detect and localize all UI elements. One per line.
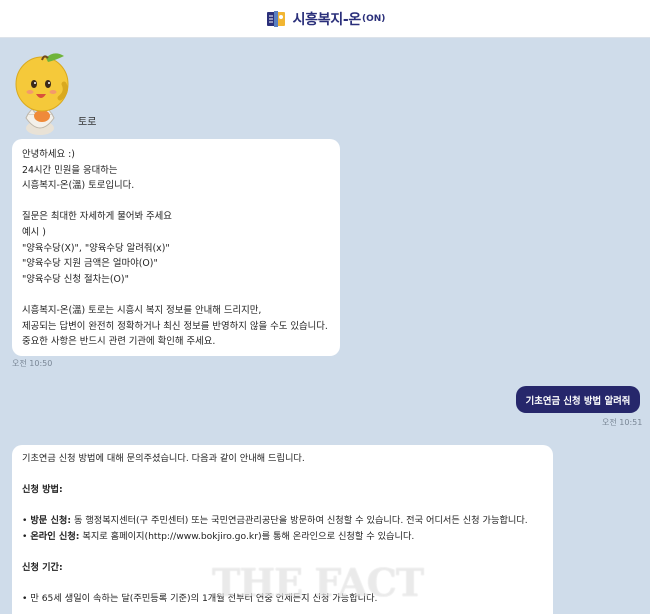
mascot-icon bbox=[15, 53, 69, 135]
greeting-line: 예시 ) bbox=[22, 226, 46, 238]
answer-period-text: 만 65세 생일이 속하는 달(주민등록 기준)의 1개월 전부터 연중 언제든… bbox=[30, 593, 378, 605]
answer-online-label: 온라인 신청: bbox=[30, 530, 80, 542]
answer-intro: 기초연금 신청 방법에 대해 문의주셨습니다. 다음과 같이 안내해 드립니다. bbox=[22, 453, 305, 464]
greeting-line: "양육수당(X)", "양육수당 알려줘(x)" bbox=[22, 242, 170, 254]
answer-section-title: 신청 기간: bbox=[22, 562, 63, 574]
app-title-sub: (ON) bbox=[362, 13, 386, 24]
user-message-timestamp: 오전 10:51 bbox=[602, 418, 643, 427]
greeting-line: 중요한 사항은 반드시 관련 기관에 확인해 주세요. bbox=[22, 336, 216, 348]
answer-visit-item: • 방문 신청: 동 행정복지센터(구 주민센터) 또는 국민연금관리공단을 방… bbox=[22, 515, 528, 527]
greeting-line: 시흥복지-온(溫) 토로입니다. bbox=[22, 180, 135, 192]
answer-online-item: • 온라인 신청: 복지로 홈페이지(http://www.bokjiro.go… bbox=[22, 530, 415, 542]
answer-section-title: 신청 방법: bbox=[22, 484, 63, 496]
greeting-line bbox=[22, 287, 330, 303]
greeting-line: 24시간 민원을 응대하는 bbox=[22, 164, 118, 176]
greeting-line: "양육수당 지원 금액은 얼마야(O)" bbox=[22, 258, 158, 270]
bot-name: 토로 bbox=[78, 117, 97, 128]
app-title: 시흥복지-온 bbox=[292, 11, 362, 28]
answer-visit-text: 동 행정복지센터(구 주민센터) 또는 국민연금관리공단을 방문하여 신청할 수… bbox=[71, 515, 528, 527]
bot-greeting-bubble: 안녕하세요 :) 24시간 민원을 응대하는 시흥복지-온(溫) 토로입니다. … bbox=[12, 139, 340, 356]
user-message-bubble: 기초연금 신청 방법 알려줘 bbox=[516, 386, 640, 413]
greeting-line: 시흥복지-온(溫) 토로는 시흥시 복지 정보를 안내해 드리지만, bbox=[22, 304, 262, 316]
greeting-timestamp: 오전 10:50 bbox=[12, 359, 53, 368]
answer-visit-label: 방문 신청: bbox=[30, 515, 72, 527]
greeting-line: 제공되는 답변이 완전히 정확하거나 최신 정보를 반영하지 않을 수도 있습니… bbox=[22, 320, 328, 332]
answer-period-item: • 만 65세 생일이 속하는 달(주민등록 기준)의 1개월 전부터 연중 언… bbox=[22, 593, 378, 605]
greeting-line: 안녕하세요 :) bbox=[22, 149, 75, 160]
book-logo-icon bbox=[266, 10, 285, 27]
greeting-line bbox=[22, 194, 330, 210]
bot-answer-bubble: 기초연금 신청 방법에 대해 문의주셨습니다. 다음과 같이 안내해 드립니다.… bbox=[12, 445, 553, 614]
greeting-line: "양육수당 신청 절차는(O)" bbox=[22, 273, 129, 285]
answer-online-text: 복지로 홈페이지(http://www.bokjiro.go.kr)를 통해 온… bbox=[79, 530, 415, 542]
greeting-line: 질문은 최대한 자세하게 물어봐 주세요 bbox=[22, 211, 172, 223]
app-header: 시흥복지-온 (ON) bbox=[0, 0, 650, 38]
